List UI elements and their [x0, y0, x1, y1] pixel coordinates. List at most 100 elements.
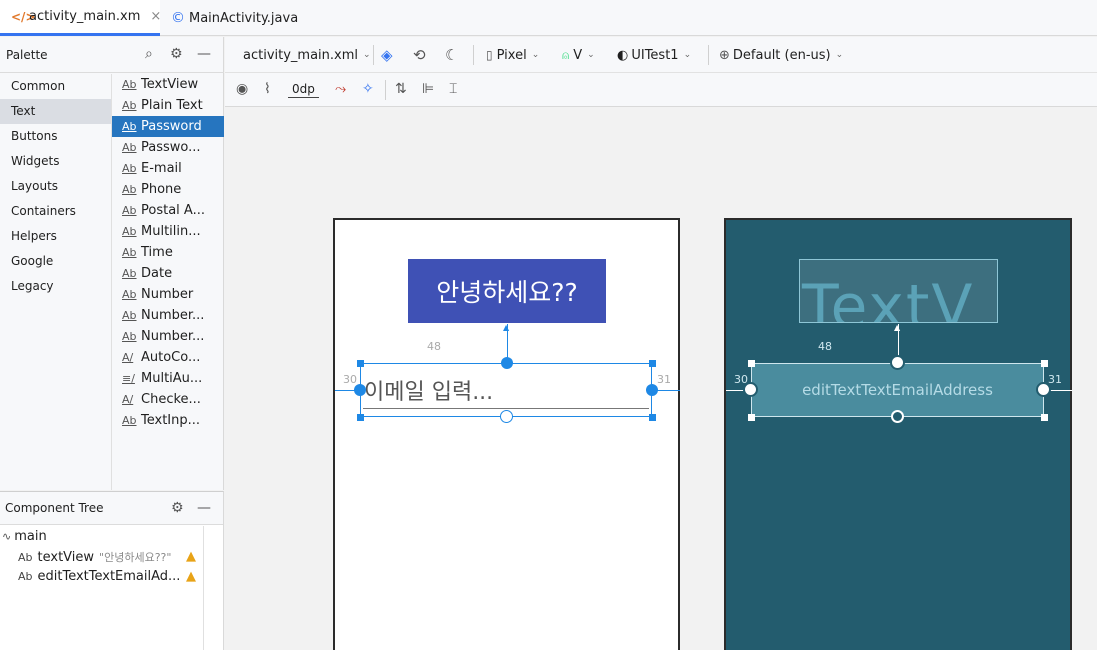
align-icon[interactable]: ⊫	[422, 81, 434, 97]
category-layouts[interactable]: Layouts	[0, 174, 111, 199]
infer-constraints-icon[interactable]: ✧	[362, 81, 374, 97]
textview-preview[interactable]: 안녕하세요??	[408, 259, 606, 323]
gear-icon[interactable]: ⚙	[171, 500, 184, 516]
theme-icon: ◐	[617, 47, 629, 63]
tab-label: MainActivity.java	[189, 10, 299, 26]
top-anchor-handle[interactable]	[890, 355, 905, 370]
theme-selector[interactable]: ◐ UITest1 ⌄	[617, 37, 691, 73]
left-anchor-handle[interactable]	[354, 384, 366, 396]
text-widget-icon: Ab	[122, 225, 137, 238]
tab-main-activity[interactable]: © MainActivity.java	[171, 0, 331, 36]
close-icon[interactable]: ×	[150, 9, 161, 24]
tree-divider	[203, 526, 204, 650]
guidelines-icon[interactable]: ⌶	[449, 81, 457, 97]
palette-item[interactable]: Ab Password	[112, 116, 224, 137]
left-anchor-handle[interactable]	[743, 382, 758, 397]
device-selector[interactable]: ▯ Pixel ⌄	[486, 37, 539, 73]
top-anchor-handle[interactable]	[501, 357, 513, 369]
category-containers[interactable]: Containers	[0, 199, 111, 224]
resize-handle[interactable]	[1041, 414, 1048, 421]
edittext-preview[interactable]: 이메일 입력...	[360, 363, 652, 417]
tree-node-main[interactable]: ∿ main	[2, 529, 47, 544]
palette-item[interactable]: Ab Time	[112, 242, 224, 263]
palette-item[interactable]: Ab Postal A...	[112, 200, 224, 221]
resize-handle[interactable]	[649, 360, 656, 367]
tree-node-label: main	[14, 529, 47, 544]
api-selector[interactable]: ⍝ V ⌄	[562, 37, 595, 73]
resize-handle[interactable]	[748, 360, 755, 367]
palette-item[interactable]: Ab Passwo...	[112, 137, 224, 158]
warning-icon[interactable]: ▲	[186, 569, 196, 584]
night-mode-icon[interactable]: ☾	[445, 37, 458, 73]
eye-icon[interactable]: ◉	[236, 81, 248, 97]
gear-icon[interactable]: ⚙	[170, 46, 183, 62]
palette-categories: Common Text Buttons Widgets Layouts Cont…	[0, 74, 112, 490]
palette-item-label: E-mail	[141, 161, 182, 176]
java-class-icon: ©	[171, 10, 185, 26]
category-helpers[interactable]: Helpers	[0, 224, 111, 249]
palette-item[interactable]: A/AutoCo...	[112, 347, 224, 368]
category-google[interactable]: Google	[0, 249, 111, 274]
search-icon[interactable]: ⌕	[145, 46, 153, 62]
bottom-anchor-handle[interactable]	[891, 410, 904, 423]
palette-item[interactable]: Ab TextView	[112, 74, 224, 95]
tree-node-edittext[interactable]: Ab editTextTextEmailAd...	[18, 569, 180, 584]
minimize-icon[interactable]: —	[197, 46, 211, 62]
palette-item[interactable]: Ab TextInp...	[112, 410, 224, 431]
tree-node-textview[interactable]: Ab textView "안녕하세요??"	[18, 549, 171, 565]
android-icon: ⍝	[562, 47, 570, 62]
palette-item[interactable]: Ab Date	[112, 263, 224, 284]
toolbar-separator	[473, 45, 474, 65]
orientation-icon[interactable]: ⟲	[413, 37, 426, 73]
category-common[interactable]: Common	[0, 74, 111, 99]
category-buttons[interactable]: Buttons	[0, 124, 111, 149]
multi-autocomplete-icon: ≡/	[122, 372, 135, 385]
default-margin-field[interactable]: 0dp	[288, 80, 319, 98]
category-text[interactable]: Text	[0, 99, 111, 124]
resize-handle[interactable]	[649, 414, 656, 421]
autocomplete-icon: A/	[122, 351, 134, 364]
right-anchor-handle[interactable]	[646, 384, 658, 396]
resize-handle[interactable]	[748, 414, 755, 421]
design-preview[interactable]: 안녕하세요?? 48 ▲ 이메일 입력... 30 31	[333, 218, 680, 650]
pack-icon[interactable]: ⇅	[395, 81, 407, 97]
palette-item[interactable]: Ab Number...	[112, 305, 224, 326]
component-tree-header: Component Tree ⚙ —	[0, 492, 223, 525]
text-widget-icon: Ab	[122, 120, 137, 133]
palette-item[interactable]: ≡/ MultiAu...	[112, 368, 224, 389]
tab-label: activity_main.xm	[29, 9, 141, 24]
margin-left-label: 30	[343, 373, 357, 386]
resize-handle[interactable]	[357, 360, 364, 367]
right-anchor-handle[interactable]	[1036, 382, 1051, 397]
category-legacy[interactable]: Legacy	[0, 274, 111, 299]
clear-constraints-icon[interactable]: ⤳	[335, 81, 346, 97]
palette-item[interactable]: Ab Number...	[112, 326, 224, 347]
palette-item[interactable]: Ab E-mail	[112, 158, 224, 179]
warning-icon[interactable]: ▲	[186, 549, 196, 564]
palette-item[interactable]: Ab Multilin...	[112, 221, 224, 242]
category-widgets[interactable]: Widgets	[0, 149, 111, 174]
layers-icon[interactable]: ◈	[381, 37, 393, 73]
blueprint-preview[interactable]: TextV 48 ▲ editTextTextEmailAddress 30 3…	[724, 218, 1072, 650]
palette-item[interactable]: Ab Number	[112, 284, 224, 305]
design-surface[interactable]: 안녕하세요?? 48 ▲ 이메일 입력... 30 31 TextV 48 ▲ …	[225, 108, 1097, 650]
palette-item[interactable]: A/Checke...	[112, 389, 224, 410]
arrow-up-icon: ▲	[503, 323, 510, 332]
palette-item[interactable]: Ab Plain Text	[112, 95, 224, 116]
toolbar-separator	[385, 80, 386, 100]
tree-node-label: editTextTextEmailAd...	[37, 569, 181, 584]
resize-handle[interactable]	[1041, 360, 1048, 367]
palette-item-label: AutoCo...	[141, 350, 201, 365]
autoconnect-icon[interactable]: ⌇	[264, 81, 271, 97]
minimize-icon[interactable]: —	[197, 500, 211, 516]
tab-activity-main[interactable]: </> activity_main.xm ×	[0, 0, 161, 36]
component-tree-panel: Component Tree ⚙ — ∿ main Ab textView "안…	[0, 491, 224, 650]
resize-handle[interactable]	[357, 414, 364, 421]
textview-blueprint[interactable]: TextV	[799, 259, 998, 323]
palette-title: Palette	[6, 47, 48, 62]
bottom-anchor-handle[interactable]	[500, 410, 513, 423]
edittext-blueprint[interactable]: editTextTextEmailAddress	[751, 363, 1044, 417]
file-selector[interactable]: activity_main.xml ⌄	[243, 37, 371, 73]
palette-item[interactable]: Ab Phone	[112, 179, 224, 200]
locale-selector[interactable]: ⊕ Default (en-us) ⌄	[719, 37, 843, 73]
